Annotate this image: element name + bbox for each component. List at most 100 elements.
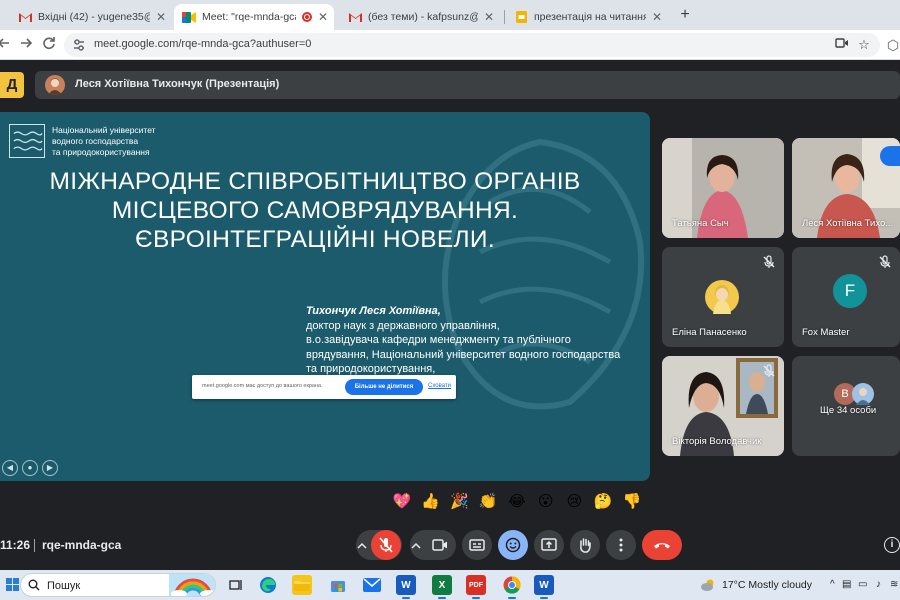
tab-meet[interactable]: Meet: "rqe-mnda-gca" ✕	[174, 4, 334, 30]
mail-icon[interactable]	[362, 575, 382, 595]
mic-toggle-button[interactable]	[371, 530, 401, 560]
search-icon	[28, 579, 40, 591]
university-name: Національний університет водного господа…	[52, 125, 192, 158]
university-line: водного господарства	[52, 136, 139, 146]
reaction-laugh-icon[interactable]: 😂	[507, 492, 527, 512]
university-line: Національний університет	[52, 125, 156, 135]
stop-sharing-button[interactable]: Більше не ділитися	[345, 379, 423, 395]
participant-tile[interactable]: F Fox Master	[792, 247, 900, 347]
gmail-icon	[348, 11, 362, 23]
new-tab-button[interactable]: +	[676, 6, 694, 24]
screen-share-banner: meet.google.com має доступ до вашого екр…	[192, 375, 456, 399]
participant-tile[interactable]: Татьяна Сыч	[662, 138, 784, 238]
weather-text: 17°C Mostly cloudy	[722, 579, 812, 591]
address-bar[interactable]: meet.google.com/rqe-mnda-gca?authuser=0 …	[64, 33, 880, 57]
chrome-icon[interactable]	[502, 575, 522, 599]
more-participants-tile[interactable]: B Ще 34 особи	[792, 356, 900, 456]
tray-chevron-icon[interactable]: ^	[830, 579, 835, 590]
next-slide-icon[interactable]: ▶	[42, 460, 58, 476]
more-participants-label: Ще 34 особи	[820, 405, 877, 416]
leave-call-button[interactable]	[642, 530, 682, 560]
slide-navigation: ◀ ● ▶	[2, 460, 62, 476]
slide-title: МІЖНАРОДНЕ СПІВРОБІТНИЦТВО ОРГАНІВ МІСЦЕ…	[20, 167, 610, 254]
author-line: врядування, Національний університет вод…	[306, 348, 621, 361]
reload-icon[interactable]	[40, 36, 58, 54]
excel-icon[interactable]: X	[432, 575, 452, 599]
close-tab-icon[interactable]: ✕	[318, 10, 328, 24]
participant-avatar	[852, 383, 874, 405]
taskbar-search-box[interactable]: Пошук	[20, 573, 216, 597]
previous-slide-icon[interactable]: ◀	[2, 460, 18, 476]
rainbow-highlight-icon	[169, 574, 215, 596]
tab-gmail-inbox[interactable]: Вхідні (42) - yugene35@gmail.c ✕	[10, 4, 172, 30]
shared-slide: Національний університет водного господа…	[0, 112, 650, 481]
volume-icon[interactable]: ♪	[876, 579, 881, 590]
extensions-icon[interactable]: ⬡	[884, 36, 900, 54]
word-icon[interactable]: W	[534, 575, 554, 599]
close-tab-icon[interactable]: ✕	[484, 10, 494, 24]
reaction-sad-icon[interactable]: 😢	[565, 492, 585, 512]
tab-gmail-draft[interactable]: (без теми) - kafpsunz@gmail.c ✕	[340, 4, 500, 30]
battery-icon[interactable]: ▭	[858, 579, 867, 590]
participant-tile-speaking[interactable]: Леся Хотіївна Тихо...	[792, 138, 900, 238]
reaction-thinking-icon[interactable]: 🤔	[593, 492, 613, 512]
slide-title-line: ЄВРОІНТЕГРАЦІЙНІ НОВЕЛИ.	[135, 226, 495, 253]
wifi-icon[interactable]: ≋	[890, 579, 898, 590]
network-icon[interactable]: ▤	[842, 579, 851, 590]
word-icon[interactable]: W	[396, 575, 416, 599]
captions-button[interactable]	[462, 530, 492, 560]
reactions-button[interactable]	[498, 530, 528, 560]
raise-hand-button[interactable]	[570, 530, 600, 560]
reaction-clap-icon[interactable]: 👏	[478, 492, 498, 512]
windows-taskbar: Пошук W X PDF W 17°C Mostly cloudy ^ ▤ ▭…	[0, 570, 900, 600]
slide-title-line: МІЖНАРОДНЕ СПІВРОБІТНИЦТВО ОРГАНІВ	[49, 168, 581, 195]
reaction-bar: 💖 👍 🎉 👏 😂 😮 😢 🤔 👎	[392, 492, 642, 514]
tab-title: Вхідні (42) - yugene35@gmail.c	[38, 11, 150, 23]
current-time: 11:26	[0, 538, 31, 552]
pdf-reader-icon[interactable]: PDF	[466, 575, 486, 599]
tab-slides[interactable]: презентація на читання.pptx ✕	[506, 4, 668, 30]
reaction-thumbs-up-icon[interactable]: 👍	[421, 492, 441, 512]
camera-icon[interactable]	[834, 37, 850, 53]
presentation-label: Леся Хотіївна Тихончук (Презентація)	[35, 71, 900, 99]
task-view-icon[interactable]	[226, 575, 246, 595]
camera-options-chevron-icon[interactable]	[411, 542, 425, 549]
reaction-party-icon[interactable]: 🎉	[450, 492, 470, 512]
site-settings-icon[interactable]	[72, 38, 86, 52]
meet-icon	[182, 11, 196, 23]
video-camera-icon	[432, 539, 447, 551]
reaction-thumbs-down-icon[interactable]: 👎	[622, 492, 642, 512]
presenter-name: Леся Хотіївна Тихончук (Презентація)	[75, 78, 280, 90]
participant-tile[interactable]: Вікторія Володавчик	[662, 356, 784, 456]
reaction-surprised-icon[interactable]: 😮	[536, 492, 556, 512]
browser-toolbar: meet.google.com/rqe-mnda-gca?authuser=0 …	[0, 30, 900, 60]
participant-tile[interactable]: Еліна Панасенко	[662, 247, 784, 347]
bookmark-star-icon[interactable]: ☆	[856, 37, 872, 53]
camera-toggle-button[interactable]	[425, 530, 455, 560]
emoji-icon	[505, 537, 521, 553]
participant-name: Fox Master	[802, 327, 850, 338]
windows-start-icon[interactable]	[6, 578, 20, 592]
weather-temperature: 17°C	[722, 579, 746, 591]
url-text: meet.google.com/rqe-mnda-gca?authuser=0	[94, 38, 312, 50]
hide-banner-link[interactable]: Сховати	[428, 383, 451, 389]
participant-initial-avatar: F	[833, 274, 867, 308]
slide-menu-icon[interactable]: ●	[22, 460, 38, 476]
weather-description: Mostly cloudy	[748, 579, 812, 591]
edge-browser-icon[interactable]	[258, 575, 278, 595]
back-arrow-icon[interactable]	[0, 36, 12, 54]
more-options-button[interactable]	[606, 530, 636, 560]
university-line: та природокористування	[52, 147, 150, 157]
browser-tab-bar: Вхідні (42) - yugene35@gmail.c ✕ Meet: "…	[0, 0, 900, 30]
reaction-heart-icon[interactable]: 💖	[392, 492, 412, 512]
mic-off-icon	[763, 364, 775, 377]
store-icon[interactable]	[328, 575, 348, 595]
forward-arrow-icon[interactable]	[18, 36, 36, 54]
present-screen-button[interactable]	[534, 530, 564, 560]
meeting-info-icon[interactable]: i	[884, 537, 900, 553]
mic-options-chevron-icon[interactable]	[357, 542, 371, 549]
close-tab-icon[interactable]: ✕	[652, 10, 662, 24]
author-name: Тихончук Леся Хотіївна,	[306, 305, 441, 317]
close-tab-icon[interactable]: ✕	[156, 10, 166, 24]
file-explorer-icon[interactable]	[292, 575, 312, 595]
